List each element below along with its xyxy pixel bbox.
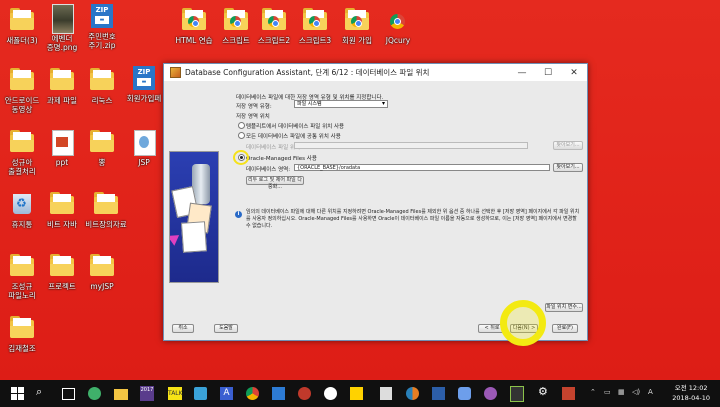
language-label: A [223,388,230,398]
chrome-icon [268,16,279,27]
storage-type-label: 저장 영역 유형: [236,104,272,110]
radio-omf-label: Oracle-Managed Files 사용 [246,156,317,162]
radio-template-label: 템플리트에서 데이터베이스 파일 위치 사용 [246,124,345,130]
cancel-button[interactable]: 취소 [172,324,194,333]
browse-disabled-button: 찾아보기... [553,141,583,150]
finish-button[interactable]: 완료(F) [552,324,578,333]
language-bar-icon[interactable]: A [220,387,233,400]
settings-icon[interactable]: ⚙ [538,385,554,401]
language-indicator-icon[interactable]: A [648,388,653,396]
app-icon[interactable] [298,387,311,400]
radio-common-label: 모든 데이터베이스 파일에 공통 위치 사용 [246,134,341,140]
maximize-button[interactable]: ☐ [535,68,561,78]
chrome-icon [230,16,241,27]
chrome-icon [188,16,199,27]
clock-date: 2018-04-10 [672,394,710,402]
file-icon [134,130,156,156]
network-icon[interactable]: ▦ [618,388,625,396]
multiplex-redo-button[interactable]: 리두 로그 및 제어 파일 다중화... [246,176,304,190]
help-button[interactable]: 도움말 [214,324,238,333]
file-location-variables-button[interactable]: 파일 위치 변수... [545,303,583,312]
recycle-bin-icon [13,194,31,214]
browse-button[interactable]: 찾아보기... [553,163,583,172]
battery-icon[interactable]: ▭ [604,388,611,396]
chrome-icon[interactable] [246,387,259,400]
clock-time: 오전 12:02 [674,384,708,392]
kakaotalk-icon[interactable]: TALK [168,387,183,400]
app-icon[interactable] [406,387,419,400]
desktop-icon-folder[interactable]: myJSP [74,252,130,291]
photo-icon [52,4,74,34]
search-icon[interactable]: ⌕ [36,385,52,401]
db-area-input[interactable]: {ORACLE_BASE}/oradata [294,164,550,171]
db-area-label: 데이터베이스 영역: [246,167,291,173]
task-view-icon[interactable] [62,388,75,400]
desktop-icon-zip[interactable]: ZIP ▬ 주민번호 주기.zip [74,2,130,50]
github-icon[interactable] [324,387,337,400]
taskbar: ⌕ 2017 TALK A ⚙ ⌃ ▭ ▦ ◁) A 오전 12:02 2018… [0,380,720,407]
app-icon[interactable] [458,387,471,400]
app-icon[interactable] [88,387,101,400]
title-bar[interactable]: Database Configuration Assistant, 단계 6/1… [164,64,587,81]
desktop-icon-folder[interactable]: 비트장의자료 [78,190,134,229]
window-title: Database Configuration Assistant, 단계 6/1… [185,68,430,77]
app-icon[interactable] [484,387,497,400]
start-button[interactable] [9,385,25,401]
annotation-highlight [233,150,249,165]
app-icon[interactable] [432,387,445,400]
radio-common-location[interactable] [238,132,245,139]
app-icon[interactable] [272,387,285,400]
volume-icon[interactable]: ◁) [632,388,640,396]
arrow-icon [170,230,183,246]
minimize-button[interactable]: — [509,68,535,78]
visual-studio-icon[interactable]: 2017 [140,386,154,401]
app-icon[interactable] [562,387,575,400]
radio-template-location[interactable] [238,122,245,129]
clock[interactable]: 오전 12:02 2018-04-10 [672,383,710,403]
show-hidden-icons[interactable]: ⌃ [590,388,596,396]
info-box: i 임의의 데이터베이스 파일에 대해 다른 위치를 지정하려면 Oracle-… [232,209,582,231]
app-icon[interactable] [194,387,207,400]
storage-location-label: 저장 영역 위치 [236,114,270,120]
info-icon: i [235,211,242,218]
java-app-icon[interactable] [510,386,524,402]
notes-icon[interactable] [350,387,363,400]
wizard-illustration [169,151,219,283]
zip-icon: ZIP ▬ [91,4,113,28]
document-icon [52,130,74,156]
file-explorer-icon[interactable] [114,389,128,400]
chrome-icon [390,14,405,29]
close-button[interactable]: ✕ [561,68,587,78]
document-icon[interactable] [380,387,392,400]
annotation-highlight [500,300,546,346]
chrome-icon [309,16,320,27]
badge: 2017 [140,387,154,393]
desktop-icon-folder[interactable]: 김재철조 [0,314,50,353]
zip-icon: ZIP ▬ [133,66,155,90]
db-file-location-input [294,142,528,149]
info-text: 임의의 데이터베이스 파일에 대해 다른 위치를 지정하려면 Oracle-Ma… [246,209,580,229]
chrome-icon [351,16,362,27]
storage-type-select[interactable]: 파일 시스템 [294,100,388,108]
app-icon [170,67,181,78]
desktop-icon-shortcut[interactable]: JQcury [370,6,426,45]
